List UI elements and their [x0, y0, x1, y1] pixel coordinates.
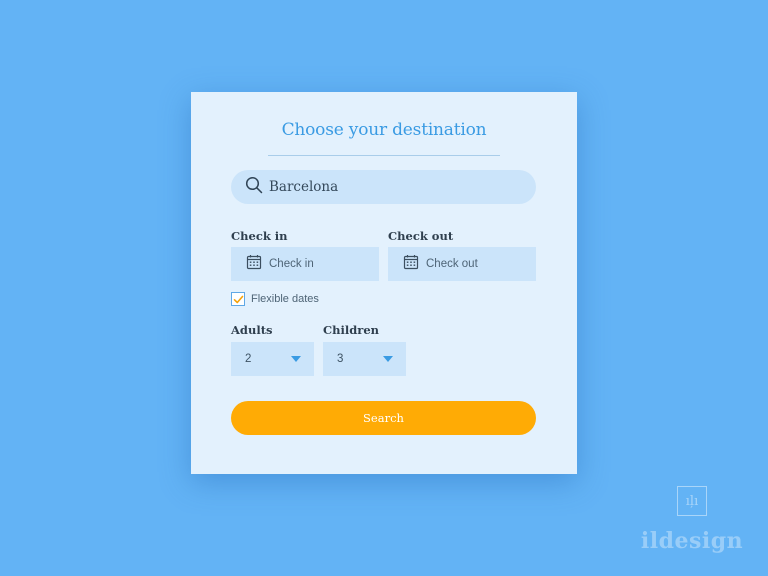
form-title: Choose your destination [281, 120, 487, 140]
chevron-down-icon [383, 356, 393, 362]
adults-label: Adults [231, 323, 273, 337]
destination-form-card: Choose your destination Check in Check o… [191, 92, 577, 474]
search-button[interactable]: Search [231, 401, 536, 435]
check-in-placeholder: Check in [269, 258, 314, 270]
destination-search-field[interactable] [231, 170, 536, 204]
search-icon [245, 176, 263, 199]
flexible-dates-checkbox[interactable] [231, 292, 245, 306]
check-out-field[interactable]: Check out [388, 247, 536, 281]
calendar-icon [246, 254, 262, 275]
adults-select-value: 2 [245, 353, 252, 365]
watermark-mark: ıļı [677, 486, 707, 516]
calendar-icon [403, 254, 419, 275]
checkmark-icon [233, 295, 243, 303]
children-label: Children [323, 323, 380, 337]
title-divider [268, 155, 500, 156]
chevron-down-icon [291, 356, 301, 362]
check-out-placeholder: Check out [426, 258, 478, 270]
check-in-field[interactable]: Check in [231, 247, 379, 281]
check-in-label: Check in [231, 229, 288, 243]
watermark-text: ildesign [640, 528, 744, 554]
flexible-dates-label: Flexible dates [251, 293, 319, 305]
adults-select[interactable]: 2 [231, 342, 314, 376]
children-select[interactable]: 3 [323, 342, 406, 376]
flexible-dates-option: Flexible dates [231, 292, 319, 306]
children-select-value: 3 [337, 353, 344, 365]
check-out-label: Check out [388, 229, 454, 243]
watermark-logo: ıļı ildesign [634, 486, 750, 558]
destination-search-input[interactable] [269, 179, 509, 195]
